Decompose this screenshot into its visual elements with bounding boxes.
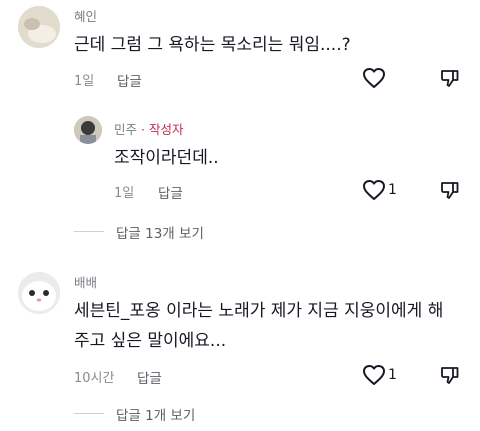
cat-avatar-icon <box>18 272 60 314</box>
reply-author-name[interactable]: 민주 · 작성자 <box>114 119 183 138</box>
reply-text: 조작이라던데.. <box>114 148 219 168</box>
reply-name[interactable]: 민주 <box>114 122 137 137</box>
comment-text: 근데 그럼 그 욕하는 목소리는 뭐임....? <box>74 35 351 55</box>
avatar-image-icon <box>74 116 102 144</box>
heart-icon[interactable] <box>362 364 386 386</box>
reply-time: 1일 <box>114 186 135 201</box>
thumbs-down-icon[interactable] <box>440 365 460 385</box>
heart-icon[interactable] <box>362 67 386 89</box>
comment-time: 1일 <box>74 74 95 89</box>
commenter-name[interactable]: 배배 <box>74 272 97 291</box>
reply-button[interactable]: 답글 <box>117 70 142 90</box>
name-separator: · <box>141 122 145 137</box>
reply-button[interactable]: 답글 <box>137 367 162 387</box>
avatar[interactable] <box>74 116 102 144</box>
thumbs-down-icon[interactable] <box>440 180 460 200</box>
comment-time: 10시간 <box>74 371 115 386</box>
avatar[interactable] <box>18 272 60 314</box>
avatar-image-icon <box>18 6 60 48</box>
author-badge: 작성자 <box>148 122 184 137</box>
commenter-name[interactable]: 혜인 <box>74 6 97 25</box>
like-count: 1 <box>388 367 397 383</box>
view-replies-button[interactable]: 답글 13개 보기 <box>116 222 204 242</box>
view-replies-button[interactable]: 답글 1개 보기 <box>116 404 195 424</box>
avatar[interactable] <box>18 6 60 48</box>
comment-text-line: 주고 싶은 말이에요... <box>74 331 227 351</box>
comment-text-line: 세븐틴_포옹 이라는 노래가 제가 지금 지웅이에게 해 <box>74 301 444 321</box>
divider-line <box>74 413 104 414</box>
divider-line <box>74 231 104 232</box>
heart-icon[interactable] <box>362 179 386 201</box>
like-count: 1 <box>388 182 397 198</box>
thumbs-down-icon[interactable] <box>440 68 460 88</box>
reply-button[interactable]: 답글 <box>158 182 183 202</box>
